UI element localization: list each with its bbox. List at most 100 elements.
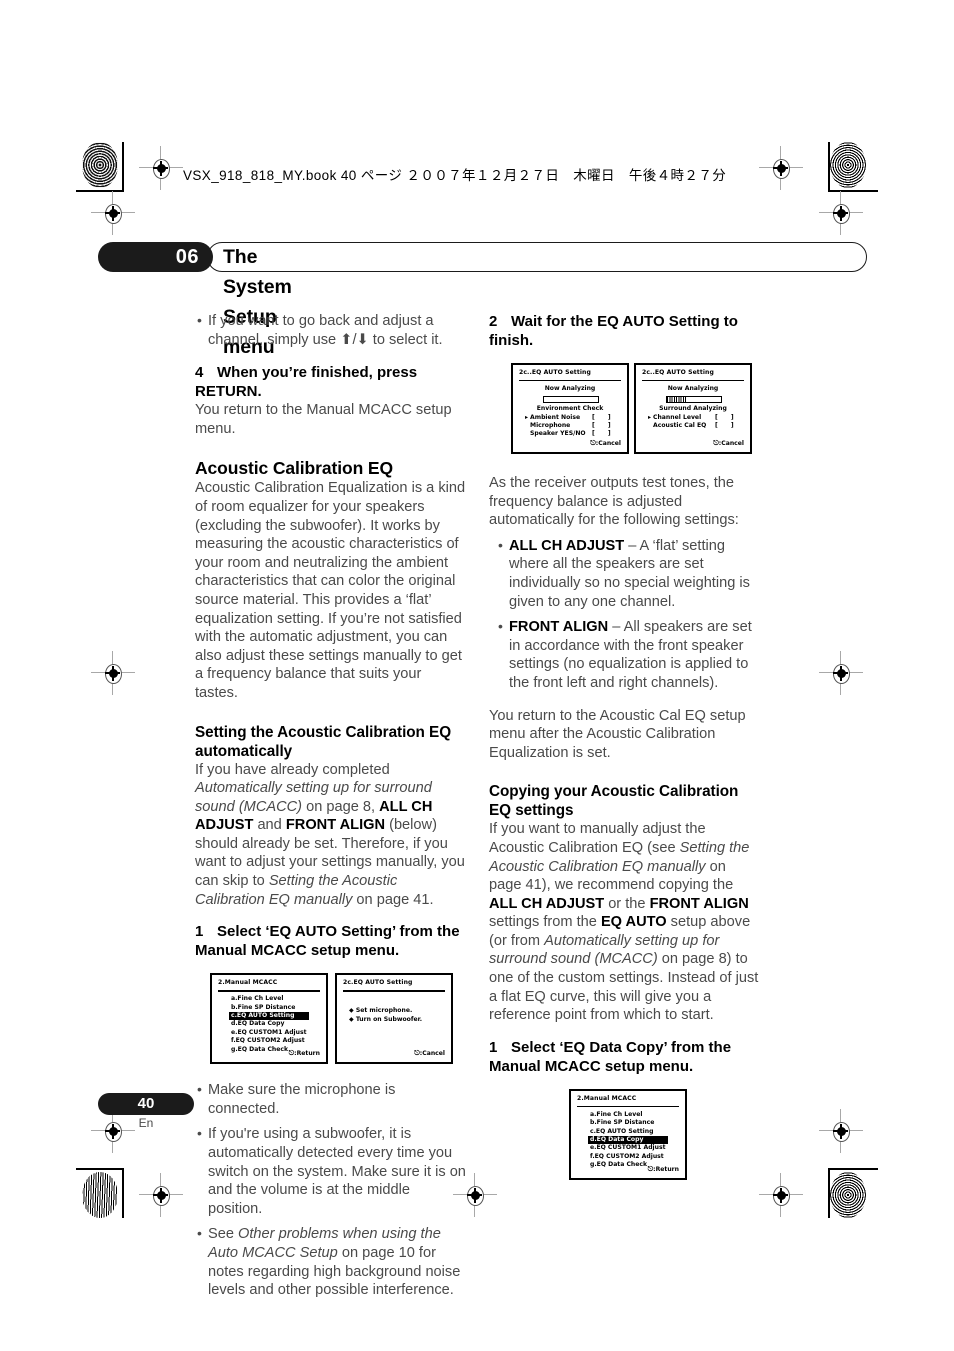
osd-menu-item[interactable]: e.EQ CUSTOM1 Adjust [229,1029,309,1037]
osd-pair-left: 2.Manual MCACC a.Fine Ch Level b.Fine SP… [195,973,467,1068]
osd-title: 2c.EQ AUTO Setting [343,979,413,987]
osd-analyzing-environment-check: 2c..EQ AUTO Setting Now Analyzing Enviro… [511,363,629,454]
section-heading-acoustic-calibration-eq: Acoustic Calibration EQ [195,458,394,479]
osd-manual-mcacc-data-copy: 2.Manual MCACC a.Fine Ch Level b.Fine SP… [569,1088,687,1180]
trim-mark-top-right-v [828,142,830,192]
chapter-title-pill [207,242,867,272]
registration-mark-upper-right [819,191,863,235]
print-rosette-top-right [830,142,866,188]
progress-bar [666,396,722,403]
print-rosette-top-left [82,142,118,188]
registration-mark-upper-left [91,191,135,235]
step-4-heading: 4 When you’re finished, press RETURN. [195,363,467,401]
osd-menu-item-selected[interactable]: c.EQ AUTO Setting [229,1012,309,1021]
intro-bullet-text: If you want to go back and adjust a chan… [208,313,443,348]
trim-mark-top-left-h [76,190,124,192]
osd-item-name: Acoustic Cal EQ [653,422,707,430]
diamond-bullet-icon: ◆ [349,1007,354,1015]
osd-divider [577,1105,679,1108]
text-fragment: on page 8, [302,798,380,815]
osd-progress-item: Speaker YES/NO [ ] [525,430,616,438]
osd-menu-item[interactable]: f.EQ CUSTOM2 Adjust [588,1153,668,1161]
osd-progress-item: ▸ Channel Level[ ] [648,414,739,422]
osd-menu-item[interactable]: b.Fine SP Distance [588,1119,668,1127]
registration-mark-bottom-right [759,1173,803,1217]
osd-item-value: [ ] [715,422,740,430]
list-item: ALL CH ADJUST – A ‘flat’ setting where a… [489,536,761,611]
text-fragment: or the [604,895,650,912]
registration-mark-lower-right [819,1109,863,1153]
bold-term: FRONT ALIGN [509,619,609,636]
osd-footer-label: :Cancel [419,1050,445,1058]
diamond-bullet-icon: ◆ [349,1015,354,1023]
osd-item-name: Speaker YES/NO [530,430,586,438]
subsection-body-setting-eq-automatically: If you have already completed Automatica… [195,761,467,910]
osd-eq-auto-setting-prompt: 2c.EQ AUTO Setting ◆ Set microphone. ◆ T… [335,973,453,1065]
osd-footer-label: :Cancel [595,440,621,447]
osd-menu-item[interactable]: b.Fine SP Distance [229,1004,309,1012]
registration-mark-middle-left [91,651,135,695]
osd-prompt-list: ◆ Set microphone. ◆ Turn on Subwoofer. [347,1007,424,1024]
osd-menu-item[interactable]: f.EQ CUSTOM2 Adjust [229,1037,309,1045]
text-fragment: See [208,1226,239,1243]
trim-mark-top-left-v [122,142,124,192]
eq-modes-list: ALL CH ADJUST – A ‘flat’ setting where a… [489,536,761,693]
registration-mark-top-right [759,146,803,190]
right-step-1-title: Select ‘EQ Data Copy’ from the Manual MC… [489,1038,732,1075]
right-body-return: You return to the Acoustic Cal EQ setup … [489,707,746,761]
subsection-body-copying-eq-settings: If you want to manually adjust the Acous… [489,820,761,1025]
osd-menu-item[interactable]: d.EQ Data Copy [229,1020,309,1028]
osd-phase-label: Surround Analyzing [659,405,727,412]
step-4-number: 4 [195,364,204,382]
text-fragment: and [253,817,286,834]
right-step-1-heading: 1 Select ‘EQ Data Copy’ from the Manual M… [489,1038,761,1076]
registration-mark-bottom-left [139,1173,183,1217]
trim-mark-bottom-left-h [76,1168,124,1170]
osd-menu-item[interactable]: a.Fine Ch Level [588,1111,668,1119]
osd-manual-mcacc-eq-auto: 2.Manual MCACC a.Fine Ch Level b.Fine SP… [210,973,328,1065]
osd-item-name: Ambient Noise [530,414,581,421]
osd-title: 2.Manual MCACC [577,1094,637,1102]
osd-prompt-item: ◆ Set microphone. [347,1007,424,1015]
bold-term: EQ AUTO [600,914,667,931]
osd-wrap-data-copy: 2.Manual MCACC a.Fine Ch Level b.Fine SP… [489,1088,761,1184]
osd-phase-label: Environment Check [536,405,604,412]
step-4-body: You return to the Manual MCACC setup men… [195,402,452,437]
osd-item-value: [ ] [592,414,617,421]
osd-menu-item[interactable]: c.EQ AUTO Setting [588,1128,668,1136]
list-item: If you're using a subwoofer, it is autom… [195,1124,467,1218]
osd-prompt-text: Set microphone. [355,1007,413,1015]
right-step-1-number: 1 [489,1038,498,1056]
right-step-2-heading: 2 Wait for the EQ AUTO Setting to finish. [489,312,761,350]
osd-footer: ⎋:Cancel [590,439,621,448]
osd-item-name: Channel Level [653,414,702,421]
osd-menu-item[interactable]: e.EQ CUSTOM1 Adjust [588,1144,668,1152]
osd-progress-item: Acoustic Cal EQ [ ] [648,422,739,430]
page-language-code: En [138,1116,154,1130]
left-step-1-title: Select ‘EQ AUTO Setting’ from the Manual… [195,923,460,960]
trim-mark-bottom-left-v [122,1168,124,1218]
progress-bar-fill [667,397,686,402]
left-step-1-heading: 1 Select ‘EQ AUTO Setting’ from the Manua… [195,922,467,960]
osd-menu-item-selected[interactable]: d.EQ Data Copy [588,1136,668,1145]
osd-progress-items: ▸ Channel Level[ ] Acoustic Cal EQ[ ] [648,414,739,430]
right-body-test-tones: As the receiver outputs test tones, the … [489,475,739,529]
osd-menu-item[interactable]: a.Fine Ch Level [229,995,309,1003]
progress-bar [543,396,599,403]
osd-divider [642,380,744,382]
step-4-title: When you’re finished, press RETURN. [195,364,418,401]
bold-term: FRONT ALIGN [285,817,386,834]
osd-item-value: [ ] [592,422,617,430]
section-body-acoustic-calibration-eq: Acoustic Calibration Equalization is a k… [195,480,466,701]
right-step-2-title: Wait for the EQ AUTO Setting to finish. [489,313,738,349]
bold-term: ALL CH ADJUST [509,537,625,554]
osd-footer: ⎋:Return [648,1165,679,1174]
right-column: 2 Wait for the EQ AUTO Setting to finish.… [489,312,761,1184]
osd-pair-analyzing: 2c..EQ AUTO Setting Now Analyzing Enviro… [489,363,761,461]
osd-item-value: [ ] [715,414,740,421]
list-item: Make sure the microphone is connected. [195,1080,467,1118]
registration-mark-middle-right [819,651,863,695]
text-fragment: settings from the [489,914,601,931]
running-head: VSX_918_818_MY.book 40 ページ ２００７年１２月２７日 木… [183,168,727,183]
note-text: If you're using a subwoofer, it is autom… [208,1126,466,1217]
